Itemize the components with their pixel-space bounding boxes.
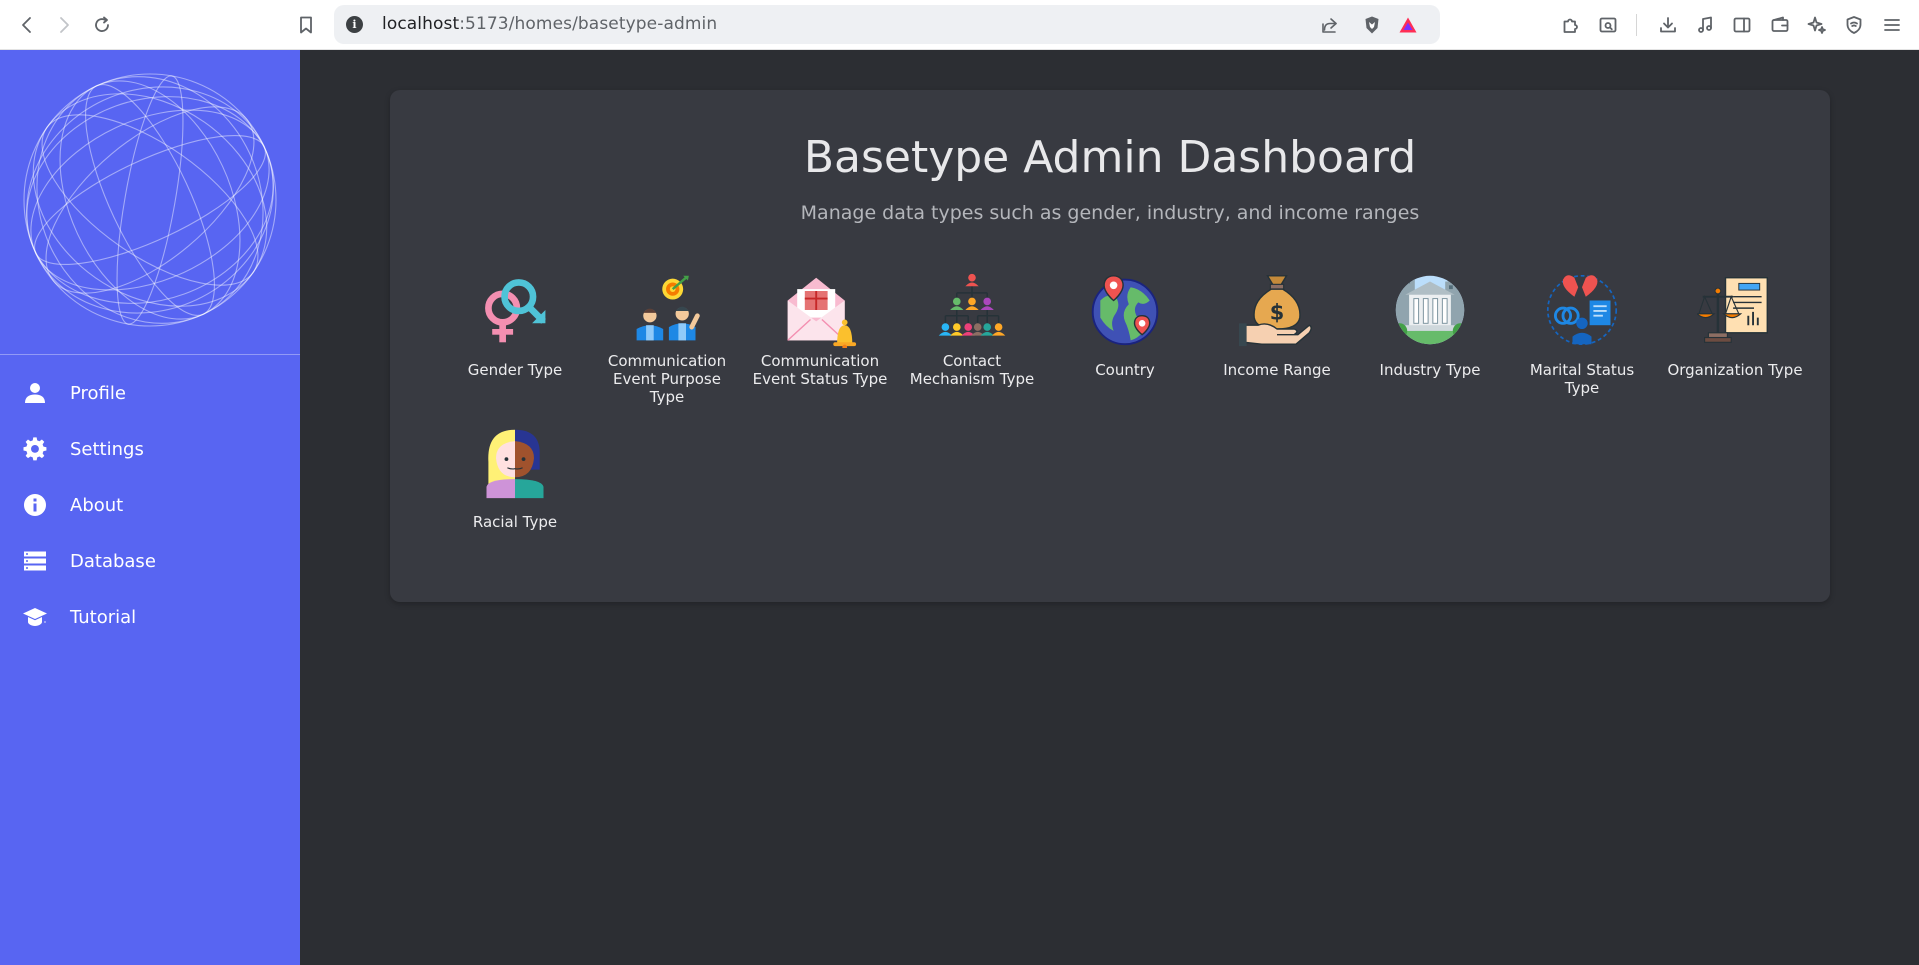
site-info-icon[interactable]: i	[346, 16, 363, 33]
tile-label: Communication Event Status Type	[752, 352, 888, 388]
people-target-icon	[627, 270, 707, 350]
tile-label: Racial Type	[472, 513, 558, 531]
sidebar-item-database[interactable]: Database	[0, 533, 300, 589]
gender-symbols-icon	[475, 270, 555, 350]
page-title: Basetype Admin Dashboard	[803, 132, 1417, 183]
vpn-shield-icon[interactable]	[1840, 11, 1868, 39]
sidebar-divider	[0, 354, 300, 355]
sidebar-item-profile[interactable]: Profile	[0, 365, 300, 421]
browser-toolbar: i localhost:5173/homes/basetype-admin	[0, 0, 1919, 50]
bookmark-icon[interactable]	[292, 11, 320, 39]
tile-label: Organization Type	[1667, 361, 1803, 379]
svg-text:$: $	[1270, 301, 1285, 325]
info-icon	[22, 492, 48, 518]
person-icon	[22, 380, 48, 406]
share-icon[interactable]	[1319, 14, 1341, 36]
sidebar-item-label: Profile	[70, 382, 126, 404]
page-subtitle: Manage data types such as gender, indust…	[800, 202, 1420, 224]
organization-chart-icon	[932, 270, 1012, 350]
sidebar-item-about[interactable]: About	[0, 477, 300, 533]
downloads-icon[interactable]	[1654, 11, 1682, 39]
reload-icon[interactable]	[88, 11, 116, 39]
tile-label: Income Range	[1223, 361, 1331, 379]
tile-industry-type[interactable]: Industry Type	[1360, 270, 1500, 410]
back-arrow-icon[interactable]	[13, 11, 41, 39]
globe-logo	[20, 70, 280, 330]
tile-income-range[interactable]: $ Income Range	[1207, 270, 1347, 410]
gear-icon	[22, 436, 48, 462]
graduation-cap-icon	[22, 604, 48, 630]
extensions-icon[interactable]	[1557, 11, 1585, 39]
dashboard-card: Basetype Admin Dashboard Manage data typ…	[390, 90, 1830, 602]
sidebar-item-label: Settings	[70, 438, 144, 460]
envelope-bell-icon	[780, 270, 860, 350]
address-bar[interactable]: i localhost:5173/homes/basetype-admin	[334, 5, 1440, 44]
broken-heart-rings-icon	[1542, 270, 1622, 350]
tile-communication-event-purpose-type[interactable]: Communication Event Purpose Type	[597, 270, 737, 410]
globe-pins-icon	[1085, 270, 1165, 350]
tile-marital-status-type[interactable]: Marital Status Type	[1512, 270, 1652, 410]
tile-communication-event-status-type[interactable]: Communication Event Status Type	[750, 270, 890, 410]
scales-document-icon	[1695, 270, 1775, 350]
url-text[interactable]: localhost:5173/homes/basetype-admin	[382, 14, 717, 34]
url-host: localhost	[382, 14, 460, 34]
tile-label: Country	[1095, 361, 1155, 379]
tile-label: Contact Mechanism Type	[909, 352, 1035, 388]
menu-hamburger-icon[interactable]	[1878, 11, 1906, 39]
sidebar-item-label: About	[70, 494, 124, 516]
tile-gender-type[interactable]: Gender Type	[445, 270, 585, 410]
sidebar-toggle-icon[interactable]	[1728, 11, 1756, 39]
sidebar-item-label: Database	[70, 550, 156, 572]
brave-rewards-icon[interactable]	[1397, 14, 1419, 36]
sidebar-item-settings[interactable]: Settings	[0, 421, 300, 477]
tile-country[interactable]: Country	[1055, 270, 1195, 410]
page-search-icon[interactable]	[1594, 11, 1622, 39]
tile-label: Marital Status Type	[1529, 361, 1635, 397]
tile-label: Industry Type	[1379, 361, 1481, 379]
sidebar-item-label: Tutorial	[70, 606, 137, 628]
tile-racial-type[interactable]: Racial Type	[445, 422, 585, 562]
sidebar-item-tutorial[interactable]: Tutorial	[0, 589, 300, 645]
leo-ai-sparkle-icon[interactable]	[1803, 11, 1831, 39]
media-music-icon[interactable]	[1691, 11, 1719, 39]
building-icon	[1390, 270, 1470, 350]
tile-organization-type[interactable]: Organization Type	[1665, 270, 1805, 410]
wallet-icon[interactable]	[1766, 11, 1794, 39]
tile-contact-mechanism-type[interactable]: Contact Mechanism Type	[902, 270, 1042, 410]
url-path: :5173/homes/basetype-admin	[459, 14, 718, 34]
brave-shield-icon[interactable]	[1361, 14, 1383, 36]
sidebar-nav: Profile Settings About Database Tutorial	[0, 365, 300, 645]
sidebar: Profile Settings About Database Tutorial	[0, 50, 300, 965]
database-icon	[22, 548, 48, 574]
tile-label: Gender Type	[467, 361, 563, 379]
money-bag-hand-icon: $	[1237, 270, 1317, 350]
forward-arrow-icon[interactable]	[50, 11, 78, 39]
tile-label: Communication Event Purpose Type	[607, 352, 727, 406]
diverse-person-icon	[475, 422, 555, 502]
